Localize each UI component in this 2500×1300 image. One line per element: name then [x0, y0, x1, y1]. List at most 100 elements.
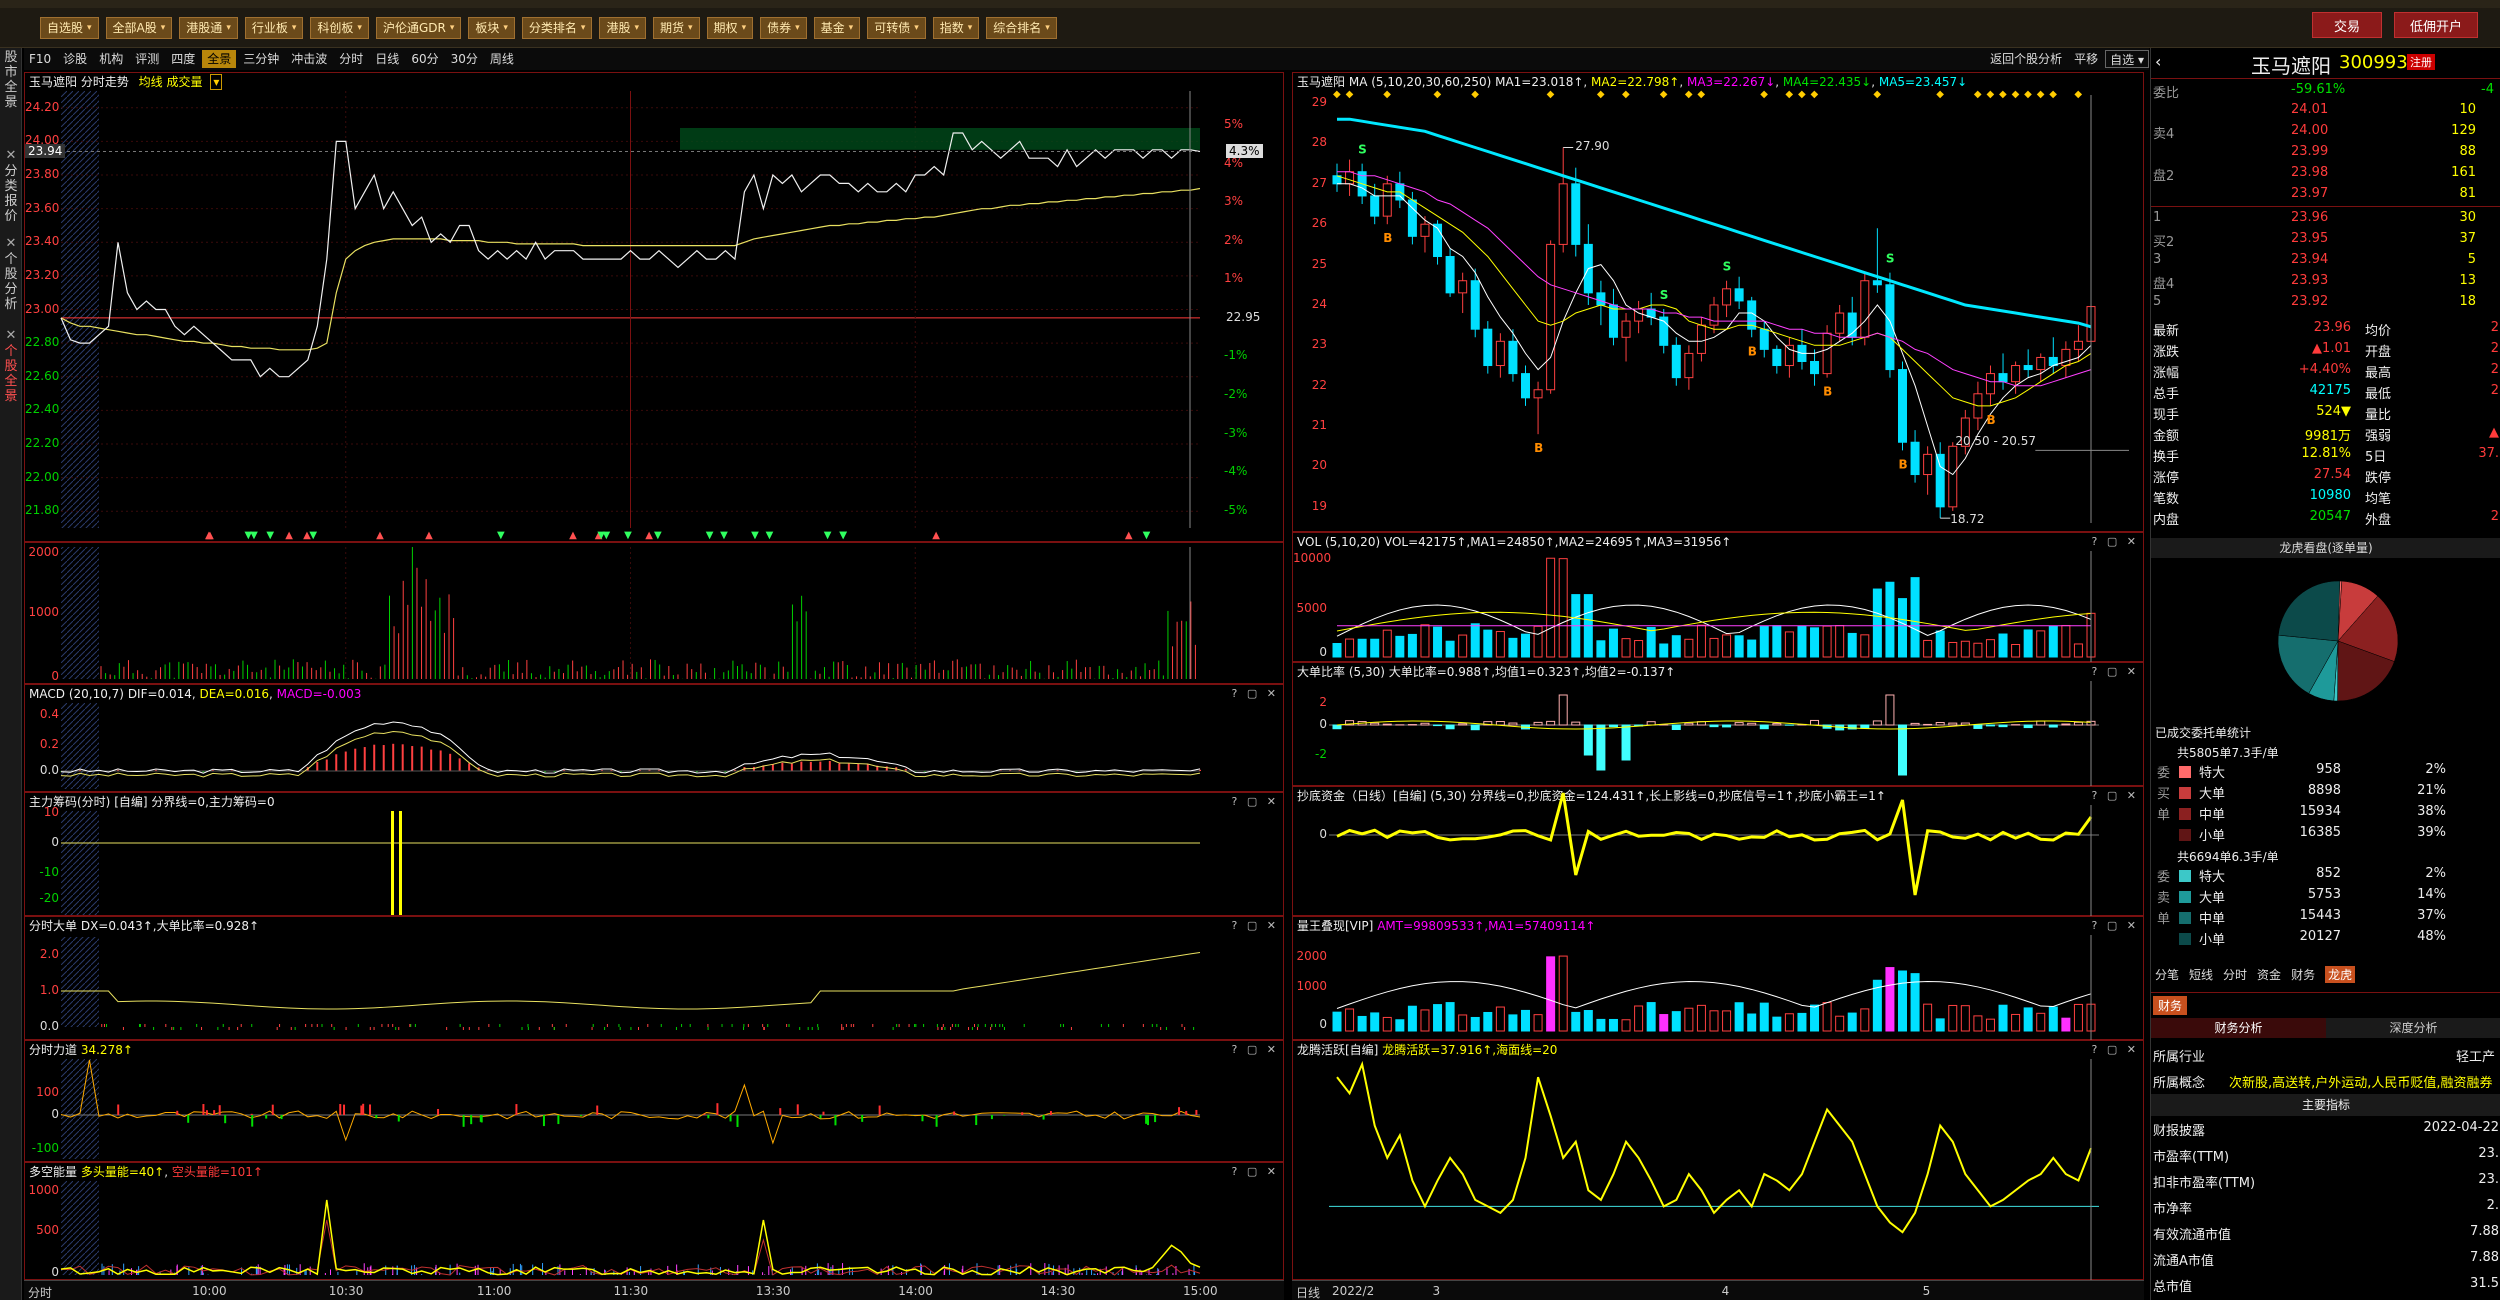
fin-label: 流通A市值 — [2153, 1254, 2214, 1269]
menu-item-label: 债券 — [767, 21, 792, 35]
bid-label: 买2 — [2153, 235, 2175, 250]
menu-item[interactable]: 期权 ▾ — [706, 16, 754, 39]
stat-value: 10980 — [2309, 488, 2351, 503]
menu-item[interactable]: 科创板 ▾ — [310, 16, 369, 39]
color-swatch — [2179, 787, 2191, 799]
tick-label: 26 — [1311, 216, 1327, 231]
tick-label: 21.80 — [25, 503, 60, 518]
toolbar-item[interactable]: 机构 — [94, 50, 128, 68]
toolbar-item[interactable]: 评测 — [130, 50, 164, 68]
svg-text:◆: ◆ — [1333, 89, 1341, 100]
fin-value: 31.5 — [2470, 1276, 2499, 1291]
chart-svg — [1332, 935, 2096, 1041]
stat-value: 524▼ — [2316, 404, 2351, 419]
svg-text:◆: ◆ — [2074, 89, 2082, 100]
sidebar-item-stock-overview[interactable]: 个股全景 — [2, 344, 20, 404]
toolbar-item[interactable]: 分时 — [334, 50, 368, 68]
quote-tab[interactable]: 财务 — [2291, 966, 2315, 983]
menu-item-label: 可转债 — [874, 21, 911, 35]
menu-item[interactable]: 基金 ▾ — [813, 16, 861, 39]
menu-item[interactable]: 分类排名 ▾ — [521, 16, 593, 39]
sidebar-item-stock-analysis[interactable]: 个股分析 — [2, 252, 20, 312]
time-label: 11:30 — [613, 1284, 649, 1298]
menu-item[interactable]: 板块 ▾ — [468, 16, 515, 39]
tick-label: 500 — [36, 1223, 59, 1237]
toolbar-item[interactable]: F10 — [24, 50, 56, 68]
chevron-down-icon: ▾ — [87, 22, 92, 33]
toolbar-item[interactable]: 日线 — [370, 50, 404, 68]
back-icon[interactable]: ‹ — [2155, 52, 2161, 71]
stat-value: 20547 — [2309, 509, 2351, 524]
toolbar-item[interactable]: 全景 — [202, 50, 237, 68]
svg-text:▲: ▲ — [425, 530, 433, 541]
tick-label: 0.0 — [39, 1019, 59, 1033]
quote-tab[interactable]: 分时 — [2223, 966, 2247, 983]
stat-value: 2 — [2490, 509, 2499, 524]
finance-table: 财报披露 2022-04-22 市盈率(TTM) 23. 扣非市盈率(TTM) 23. 市净… — [2151, 1120, 2500, 1300]
menu-item[interactable]: 债券 ▾ — [760, 16, 807, 39]
toolbar-item[interactable]: 60分 — [406, 50, 443, 68]
svg-text:◆: ◆ — [1597, 89, 1605, 100]
sidebar-item-market[interactable]: 股市全景 — [2, 50, 20, 110]
toolbar-item[interactable]: 四度 — [166, 50, 200, 68]
quote-tab[interactable]: 资金 — [2257, 966, 2281, 983]
svg-text:◆: ◆ — [1434, 89, 1442, 100]
tick-label: 24.20 — [25, 99, 60, 114]
tick-label: 20 — [1311, 458, 1327, 473]
quote-tab[interactable]: 龙虎 — [2325, 966, 2356, 983]
close-icon[interactable]: ✕ — [2, 236, 20, 251]
amt-panel: 量王叠现[VIP] AMT=99809533↑,MA1=57409114↑ ? … — [1292, 916, 2144, 1041]
svg-text:S: S — [1358, 143, 1367, 157]
svg-text:B: B — [1383, 231, 1392, 245]
svg-text:▼: ▼ — [654, 530, 662, 541]
toolbar-right-item[interactable]: 自选 ▾ — [2105, 50, 2149, 68]
menu-item[interactable]: 指数 ▾ — [932, 16, 980, 39]
tab-deep-analysis[interactable]: 深度分析 — [2326, 1018, 2500, 1038]
stat-value: ▲1.01 — [2312, 341, 2351, 356]
bid-volume: 13 — [2459, 273, 2476, 288]
industry-value[interactable]: 轻工产 — [2456, 1046, 2495, 1065]
menu-item[interactable]: 沪伦通GDR ▾ — [375, 16, 462, 39]
bottom-fund-panel: 抄底资金（日线）[自编] (5,30) 分界线=0,抄底资金=124.431↑,… — [1292, 786, 2144, 917]
menu-item[interactable]: 综合排名 ▾ — [986, 16, 1057, 39]
toolbar-item[interactable]: 三分钟 — [238, 50, 284, 68]
close-icon[interactable]: ✕ — [2, 328, 20, 343]
menu-item[interactable]: 全部A股 ▾ — [105, 16, 173, 39]
menu-item[interactable]: 港股通 ▾ — [179, 16, 238, 39]
tick-label: 0 — [51, 1107, 59, 1121]
svg-text:▲: ▲ — [1125, 530, 1133, 541]
tick-label: -3% — [1224, 425, 1248, 440]
menu-item[interactable]: 行业板 ▾ — [244, 16, 304, 39]
concept-value[interactable]: 次新股,高送转,户外运动,人民币贬值,融资融券 — [2229, 1072, 2493, 1091]
tick-label: 5% — [1224, 117, 1244, 132]
axis-mode-label[interactable]: 分时 — [28, 1284, 52, 1300]
axis-mode-label[interactable]: 日线 — [1296, 1284, 1320, 1300]
tick-label: 18.72 — [1950, 512, 1985, 527]
toolbar-item[interactable]: 诊股 — [58, 50, 92, 68]
trade-button[interactable]: 交易 — [2312, 12, 2382, 38]
stat-value: 2 — [2490, 383, 2499, 398]
menu-item[interactable]: 期货 ▾ — [653, 16, 700, 39]
tab-fin-analysis[interactable]: 财务分析 — [2151, 1018, 2326, 1038]
toolbar-item[interactable]: 30分 — [446, 50, 483, 68]
svg-text:◆: ◆ — [1547, 89, 1555, 100]
stat-value: 12.81% — [2301, 446, 2351, 461]
close-icon[interactable]: ✕ — [2, 148, 20, 163]
chevron-down-icon: ▾ — [795, 22, 800, 33]
time-label: 15:00 — [1183, 1284, 1218, 1298]
quote-tab[interactable]: 分笔 — [2155, 966, 2179, 983]
tab-finance[interactable]: 财务 — [2153, 996, 2188, 1015]
toolbar-right-item[interactable]: 平移 — [2069, 50, 2103, 68]
menu-item[interactable]: 港股 ▾ — [599, 16, 646, 39]
menu-item[interactable]: 自选股 ▾ — [40, 16, 99, 39]
toolbar-item[interactable]: 冲击波 — [286, 50, 332, 68]
sidebar-item-category[interactable]: 分类报价 — [2, 164, 20, 224]
tick-label: 21 — [1311, 418, 1327, 433]
menu-item[interactable]: 可转债 ▾ — [867, 16, 926, 39]
svg-text:◆: ◆ — [1811, 89, 1819, 100]
toolbar-item[interactable]: 周线 — [485, 50, 519, 68]
chart-svg — [1332, 551, 2096, 663]
quote-tab[interactable]: 短线 — [2189, 966, 2213, 983]
open-account-button[interactable]: 低佣开户 — [2394, 12, 2478, 38]
toolbar-right-item[interactable]: 返回个股分析 — [1985, 50, 2067, 68]
